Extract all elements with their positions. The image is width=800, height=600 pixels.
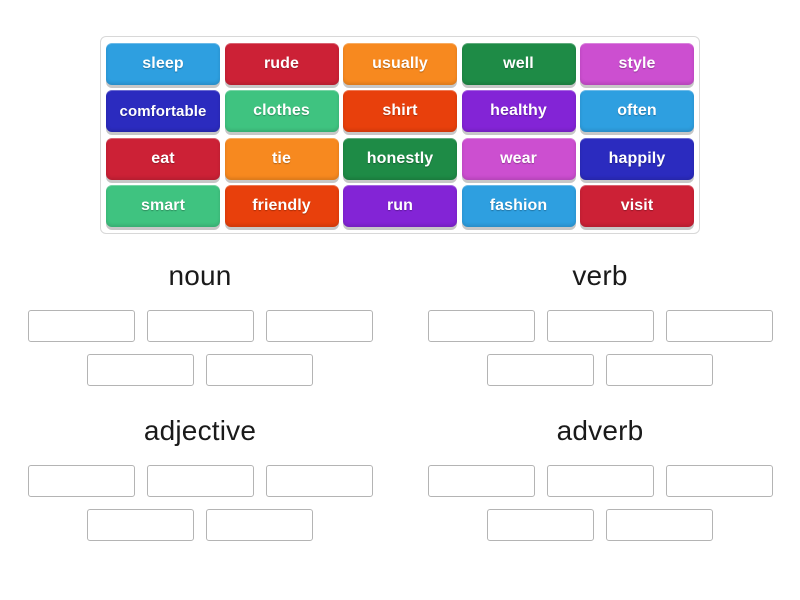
category-noun: noun <box>0 248 400 403</box>
word-tile-fashion[interactable]: fashion <box>461 184 576 227</box>
word-tile-rude[interactable]: rude <box>224 43 339 85</box>
word-tile-friendly[interactable]: friendly <box>224 184 339 227</box>
word-tile-tie[interactable]: tie <box>224 137 339 180</box>
word-bank: sleep rude usually well style comfortable clot… <box>100 36 700 234</box>
slot-row <box>27 465 373 497</box>
drop-slot[interactable] <box>206 354 313 386</box>
drop-slot[interactable] <box>27 310 135 342</box>
drop-slot[interactable] <box>265 310 373 342</box>
drop-slot[interactable] <box>546 310 654 342</box>
word-tile-visit[interactable]: visit <box>580 184 694 227</box>
word-tile-healthy[interactable]: healthy <box>461 90 576 133</box>
slot-row <box>487 354 713 386</box>
drop-slot[interactable] <box>665 310 773 342</box>
drop-slot[interactable] <box>606 509 713 541</box>
word-tile-smart[interactable]: smart <box>106 184 220 227</box>
slot-row <box>87 354 313 386</box>
category-title-adverb: adverb <box>556 415 644 446</box>
drop-slot[interactable] <box>487 354 594 386</box>
drop-slot[interactable] <box>427 310 535 342</box>
word-bank-row: sleep rude usually well style <box>106 43 694 85</box>
word-tile-style[interactable]: style <box>580 43 694 85</box>
word-tile-shirt[interactable]: shirt <box>343 90 457 133</box>
word-bank-row: comfortable clothes shirt healthy often <box>106 90 694 133</box>
drop-slot[interactable] <box>546 465 654 497</box>
drop-slot[interactable] <box>487 509 594 541</box>
slot-row <box>87 509 313 541</box>
word-tile-run[interactable]: run <box>343 184 457 227</box>
drop-zone-adjective <box>17 465 383 541</box>
drop-slot[interactable] <box>87 354 194 386</box>
drop-slot[interactable] <box>206 509 313 541</box>
drop-slot[interactable] <box>427 465 535 497</box>
drop-slot[interactable] <box>265 465 373 497</box>
drop-slot[interactable] <box>146 465 254 497</box>
word-bank-row: eat tie honestly wear happily <box>106 137 694 180</box>
category-adverb: adverb <box>400 403 800 558</box>
category-grid: noun verb adjective adverb <box>0 248 800 588</box>
word-tile-well[interactable]: well <box>461 43 576 85</box>
drop-slot[interactable] <box>87 509 194 541</box>
category-title-adjective: adjective <box>143 415 257 446</box>
category-verb: verb <box>400 248 800 403</box>
drop-slot[interactable] <box>665 465 773 497</box>
drop-slot[interactable] <box>606 354 713 386</box>
word-tile-wear[interactable]: wear <box>461 137 576 180</box>
category-title-verb: verb <box>572 260 628 291</box>
word-tile-usually[interactable]: usually <box>343 43 457 85</box>
group-sort-activity: sleep rude usually well style comfortable clot… <box>0 0 800 600</box>
word-tile-clothes[interactable]: clothes <box>224 90 339 133</box>
drop-zone-adverb <box>417 465 783 541</box>
category-adjective: adjective <box>0 403 400 558</box>
drop-slot[interactable] <box>146 310 254 342</box>
word-tile-comfortable[interactable]: comfortable <box>106 90 220 133</box>
slot-row <box>427 465 773 497</box>
drop-slot[interactable] <box>27 465 135 497</box>
word-tile-happily[interactable]: happily <box>580 137 694 180</box>
category-title-noun: noun <box>168 260 232 291</box>
word-tile-often[interactable]: often <box>580 90 694 133</box>
word-tile-sleep[interactable]: sleep <box>106 43 220 85</box>
slot-row <box>427 310 773 342</box>
word-tile-honestly[interactable]: honestly <box>343 137 457 180</box>
word-bank-row: smart friendly run fashion visit <box>106 184 694 227</box>
drop-zone-verb <box>417 310 783 386</box>
slot-row <box>27 310 373 342</box>
word-tile-eat[interactable]: eat <box>106 137 220 180</box>
drop-zone-noun <box>17 310 383 386</box>
slot-row <box>487 509 713 541</box>
